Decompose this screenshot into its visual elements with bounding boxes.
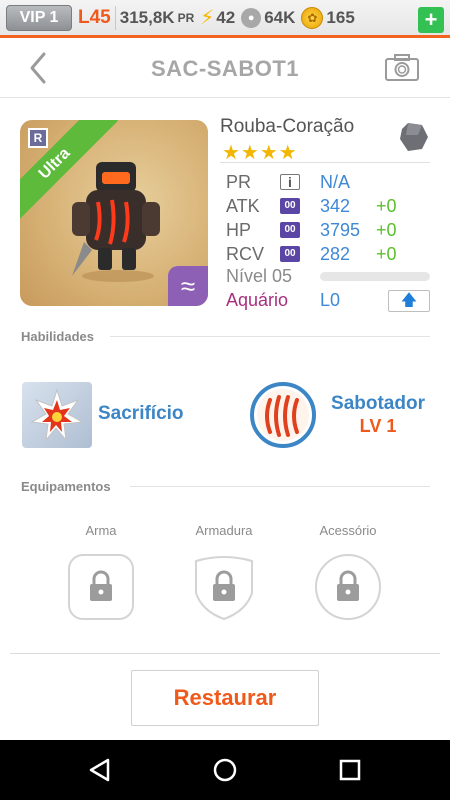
pr-unit: PR [177,10,195,25]
skill-name[interactable]: Sacrifício [98,403,184,425]
upgrade-button[interactable]: 🡅 [388,290,430,312]
divider [114,5,116,30]
camera-icon[interactable] [384,53,420,83]
paw-value: 64K [264,7,296,27]
rank-badge: R [28,128,48,148]
water-element-icon: ≈ [168,266,208,306]
level-progress-bar [320,272,430,281]
stat-badge: 00 [280,222,300,238]
attribute-label: Aquário [226,290,289,310]
divider [110,336,430,337]
divider [130,486,430,487]
divider [220,162,430,163]
page-title: SAC-SABOT1 [150,56,299,81]
stat-value: 3795 [320,219,361,240]
accessory-slot[interactable] [314,553,382,621]
monster-name: Rouba-Coração [220,116,355,137]
add-coins-button[interactable]: + [418,7,444,33]
divider [10,653,440,654]
stat-label: PR [226,171,252,192]
stat-bonus: +0 [376,219,397,240]
stat-label: RCV [226,243,265,264]
stat-row-hp: HP 00 3795 +0 [226,218,397,242]
stat-row-pr: PR i N/A [226,170,350,194]
lightning-icon: ⚡ [200,7,215,29]
monster-portrait[interactable]: Ultra R ≈ [20,120,208,306]
paw-counter[interactable]: ● 64K [241,7,296,28]
weapon-slot[interactable] [67,553,135,621]
sacrifice-skill-icon[interactable] [22,382,92,448]
coin-counter[interactable]: ✿ 165 [301,6,355,29]
info-icon[interactable]: i [280,174,300,190]
home-circle-icon[interactable] [207,752,243,788]
energy-counter[interactable]: ⚡ 42 [200,5,235,30]
stat-row-atk: ATK 00 342 +0 [226,194,397,218]
attribute-level: L0 [320,290,341,310]
gem-icon[interactable] [398,121,430,153]
back-triangle-icon[interactable] [82,752,118,788]
stat-bonus: +0 [376,195,397,216]
skill-level: LV 1 [359,416,397,436]
equipment-slot-label: Armadura [195,523,253,538]
paw-icon: ● [241,7,262,28]
stat-bonus: +0 [376,243,397,264]
system-nav-bar [0,740,450,800]
monster-level: Nível 05 [226,266,293,286]
skill-name[interactable]: Sabotador [328,393,428,415]
stat-row-rcv: RCV 00 282 +0 [226,242,397,266]
stat-value: N/A [320,171,351,192]
recents-square-icon[interactable] [332,752,368,788]
explosion-icon [30,388,84,442]
pr-value: 315,8K [119,7,175,27]
stat-badge: 00 [280,246,300,262]
coin-icon: ✿ [301,6,324,29]
stat-label: HP [226,219,252,240]
coin-value: 165 [326,7,355,27]
equipment-slot-label: Acessório [319,523,377,538]
stat-label: ATK [226,195,260,216]
status-bar: VIP 1 L45 315,8K PR ⚡ 42 ● 64K ✿ 165 + [0,0,450,38]
monster-image [72,162,160,282]
saboteur-skill-icon[interactable] [250,382,316,448]
stat-badge: 00 [280,198,300,214]
player-level: L45 [78,6,111,28]
restore-button[interactable]: Restaurar [131,670,319,726]
stat-value: 342 [320,195,351,216]
skills-section-label: Habilidades [21,329,94,344]
equipment-section-label: Equipamentos [21,479,111,494]
energy-value: 42 [216,7,236,27]
equipment-slot-label: Arma [85,523,117,538]
vip-badge[interactable]: VIP 1 [6,4,72,31]
page-header: SAC-SABOT1 [0,38,450,98]
stat-value: 282 [320,243,351,264]
armor-slot[interactable] [190,553,258,621]
